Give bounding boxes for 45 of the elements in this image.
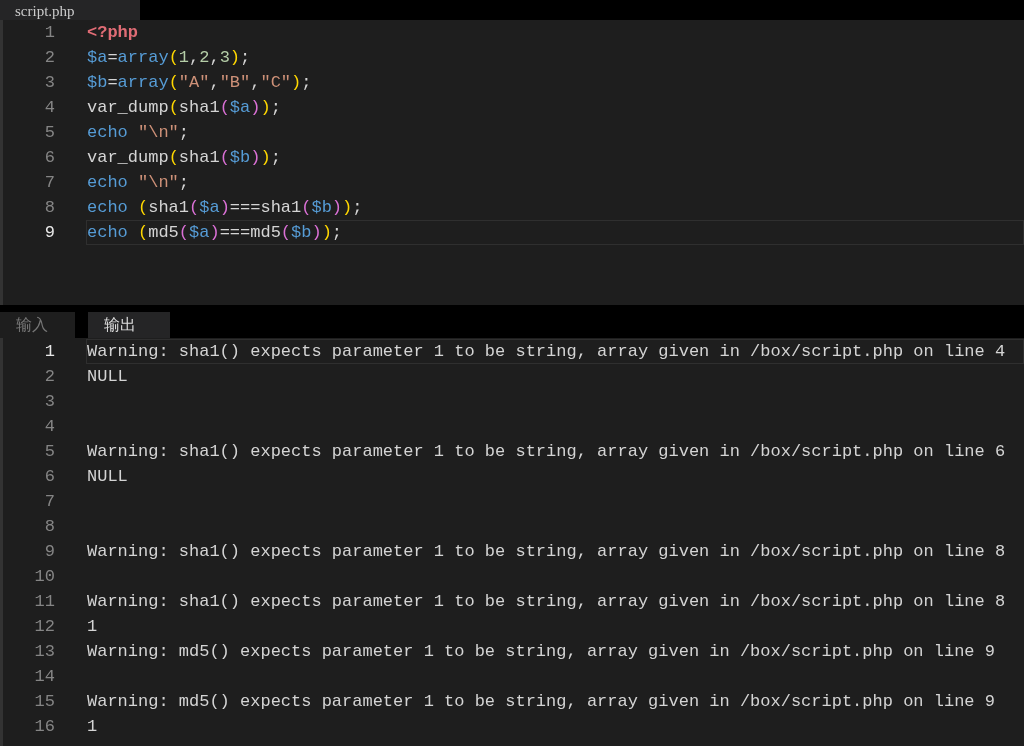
code-line: Warning: sha1() expects parameter 1 to be string, array given in /box/script.php on line 8 (86, 591, 1007, 613)
line-number: 9 (43, 540, 55, 563)
line-number: 7 (43, 490, 55, 513)
code-line: var_dump(sha1($b)); (86, 147, 282, 169)
line-number: 8 (43, 515, 55, 538)
line-number: 4 (43, 96, 55, 119)
line-number: 3 (43, 71, 55, 94)
line-number: 5 (43, 440, 55, 463)
code-line: 1 (86, 616, 99, 638)
line-number: 4 (43, 415, 55, 438)
line-number: 8 (43, 196, 55, 219)
line-number: 2 (43, 365, 55, 388)
code-line: Warning: sha1() expects parameter 1 to be string, array given in /box/script.php on line 6 (86, 441, 1007, 463)
line-number: 1 (43, 21, 55, 44)
line-number: 2 (43, 46, 55, 69)
code-line: NULL (86, 366, 129, 388)
code-line: Warning: md5() expects parameter 1 to be string, array given in /box/script.php on line 9 (86, 641, 996, 663)
line-number: 13 (33, 640, 55, 663)
line-number: 12 (33, 615, 55, 638)
code-line: Warning: sha1() expects parameter 1 to be string, array given in /box/script.php on line 8 (86, 541, 1007, 563)
line-number: 5 (43, 121, 55, 144)
code-line: echo (sha1($a)===sha1($b)); (86, 197, 364, 219)
code-line: $b=array("A","B","C"); (86, 72, 313, 94)
panel-tab[interactable]: 输出 (88, 312, 170, 338)
line-number: 15 (33, 690, 55, 713)
line-number: 7 (43, 171, 55, 194)
code-line: 1 (86, 716, 99, 738)
panel-tab[interactable]: 输入 (0, 312, 75, 338)
code-line: var_dump(sha1($a)); (86, 97, 282, 119)
line-number: 14 (33, 665, 55, 688)
line-number: 6 (43, 465, 55, 488)
line-number: 9 (43, 221, 55, 244)
code-line: Warning: md5() expects parameter 1 to be string, array given in /box/script.php on line 9 (86, 691, 996, 713)
line-number: 10 (33, 565, 55, 588)
code-line: echo "\n"; (86, 172, 190, 194)
code-line: $a=array(1,2,3); (86, 47, 252, 69)
line-number: 1 (43, 340, 55, 363)
code-line: echo "\n"; (86, 122, 190, 144)
line-number: 6 (43, 146, 55, 169)
line-number: 16 (33, 715, 55, 738)
line-number: 3 (43, 390, 55, 413)
code-line: <?php (86, 22, 139, 44)
file-tab[interactable]: script.php (0, 0, 140, 20)
code-line: NULL (86, 466, 129, 488)
line-number: 11 (33, 590, 55, 613)
